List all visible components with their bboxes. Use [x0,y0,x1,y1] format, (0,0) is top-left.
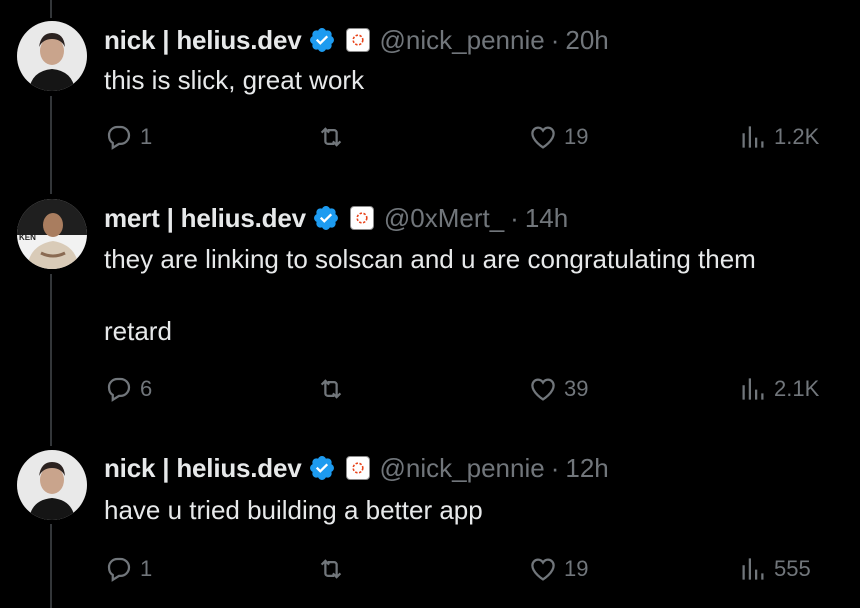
retweet-icon [320,127,342,147]
like-count: 39 [564,376,589,401]
handle[interactable]: @nick_pennie [380,25,545,56]
timestamp[interactable]: 12h [565,453,608,484]
tweet-header: nick | helius.dev @nick_pennie · 12h [104,451,609,485]
like-icon [531,378,555,401]
tweet-text: have u tried building a better app [104,495,483,525]
tweet[interactable]: nick | helius.dev @nick_pennie · 12h hav… [0,450,860,600]
avatar[interactable] [17,450,87,520]
separator-dot: · [510,202,519,233]
helius-affiliate-icon[interactable] [345,456,370,480]
views-button[interactable]: 555 [738,553,811,585]
reply-icon [107,557,131,582]
handle[interactable]: @0xMert_ [384,203,504,234]
like-button[interactable]: 39 [528,373,588,405]
display-name[interactable]: nick | helius.dev [104,453,302,484]
action-bar: 1 19 1.2K [104,121,824,153]
reply-button[interactable]: 1 [104,553,152,585]
helius-affiliate-icon[interactable] [345,28,370,52]
display-name[interactable]: mert | helius.dev [104,203,306,234]
action-bar: 6 39 2.1K [104,373,824,405]
separator-dot: · [550,24,560,55]
tweet-text: they are linking to solscan and u are co… [104,244,756,346]
retweet-button[interactable] [316,553,352,585]
tweet[interactable]: nick | helius.dev @nick_pennie · 20h thi… [0,20,860,170]
retweet-icon [320,559,342,579]
action-bar: 1 19 555 [104,553,824,585]
reply-icon [107,377,131,402]
timestamp[interactable]: 14h [525,203,568,234]
views-count: 1.2K [774,124,820,149]
like-count: 19 [564,124,589,149]
tweet-header: mert | helius.dev @0xMert_ · 14h [104,201,568,235]
views-icon [742,558,764,580]
tweet[interactable]: KEN mert | helius.dev @0xMert_ · 14h the… [0,198,860,418]
verified-badge-icon [308,454,336,482]
thread-line [50,0,52,18]
timestamp[interactable]: 20h [565,25,608,56]
tweet-text: this is slick, great work [104,65,365,95]
avatar[interactable]: KEN [17,199,87,269]
reply-button[interactable]: 1 [104,121,152,153]
views-count: 555 [774,556,811,581]
views-count: 2.1K [774,376,820,401]
like-button[interactable]: 19 [528,553,588,585]
like-count: 19 [564,556,589,581]
display-name[interactable]: nick | helius.dev [104,25,302,56]
views-button[interactable]: 1.2K [738,121,819,153]
avatar[interactable] [17,21,87,91]
retweet-icon [320,379,342,399]
retweet-button[interactable] [316,373,352,405]
reply-button[interactable]: 6 [104,373,152,405]
reply-count: 6 [140,376,153,401]
separator-dot: · [550,452,560,483]
views-icon [742,126,764,148]
reply-count: 1 [140,556,153,581]
like-button[interactable]: 19 [528,121,588,153]
views-icon [742,378,764,400]
svg-text:KEN: KEN [19,233,36,242]
helius-affiliate-icon[interactable] [349,206,374,230]
like-icon [531,558,555,581]
reply-icon [107,125,131,150]
tweet-header: nick | helius.dev @nick_pennie · 20h [104,23,609,57]
reply-count: 1 [140,124,153,149]
verified-badge-icon [312,204,340,232]
like-icon [531,126,555,149]
views-button[interactable]: 2.1K [738,373,819,405]
handle[interactable]: @nick_pennie [380,453,545,484]
verified-badge-icon [308,26,336,54]
retweet-button[interactable] [316,121,352,153]
